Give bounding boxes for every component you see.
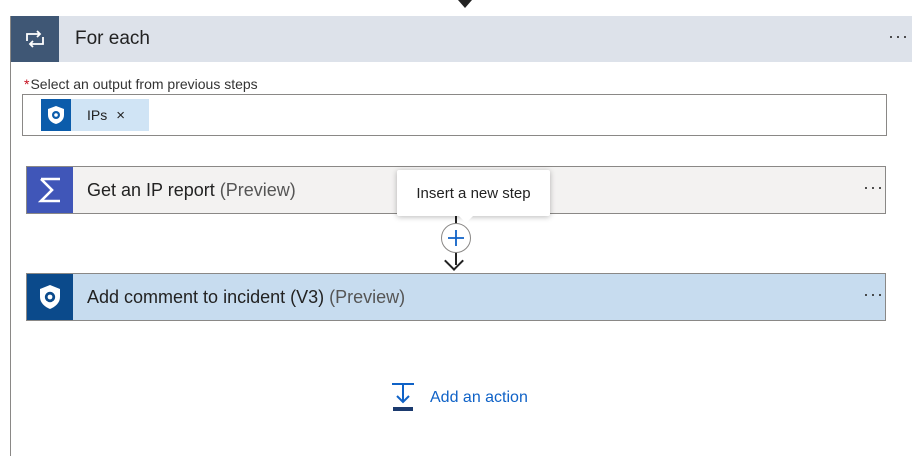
- add-action-label: Add an action: [430, 389, 528, 406]
- required-marker: *: [24, 76, 30, 92]
- foreach-title: For each: [75, 28, 150, 49]
- sentinel-shield-icon: [27, 274, 73, 320]
- insert-step-tooltip: Insert a new step: [397, 170, 550, 223]
- insert-step-button[interactable]: [441, 223, 471, 253]
- action-title: Add comment to incident (V3) (Preview): [87, 286, 406, 307]
- select-output-input[interactable]: IPs ×: [22, 94, 887, 136]
- action-more-options-button[interactable]: ···: [863, 177, 884, 198]
- action-title: Get an IP report (Preview): [87, 179, 296, 200]
- plus-icon: [448, 230, 464, 246]
- incoming-arrow-icon: [458, 0, 472, 8]
- ips-token[interactable]: IPs ×: [41, 99, 149, 131]
- loop-icon: [11, 16, 59, 62]
- token-label: IPs: [87, 107, 108, 123]
- foreach-header[interactable]: For each ···: [11, 16, 912, 62]
- action-more-options-button[interactable]: ···: [863, 284, 884, 305]
- token-remove-button[interactable]: ×: [116, 107, 125, 124]
- foreach-more-options-button[interactable]: ···: [888, 26, 909, 47]
- action-add-comment[interactable]: Add comment to incident (V3) (Preview) ·…: [26, 273, 886, 321]
- sigma-icon: [27, 167, 73, 213]
- add-action-button[interactable]: Add an action: [384, 381, 528, 415]
- select-output-label: *Select an output from previous steps: [24, 76, 258, 92]
- sentinel-shield-icon: [41, 99, 71, 131]
- select-output-label-text: Select an output from previous steps: [30, 76, 258, 92]
- add-action-icon: [392, 383, 414, 411]
